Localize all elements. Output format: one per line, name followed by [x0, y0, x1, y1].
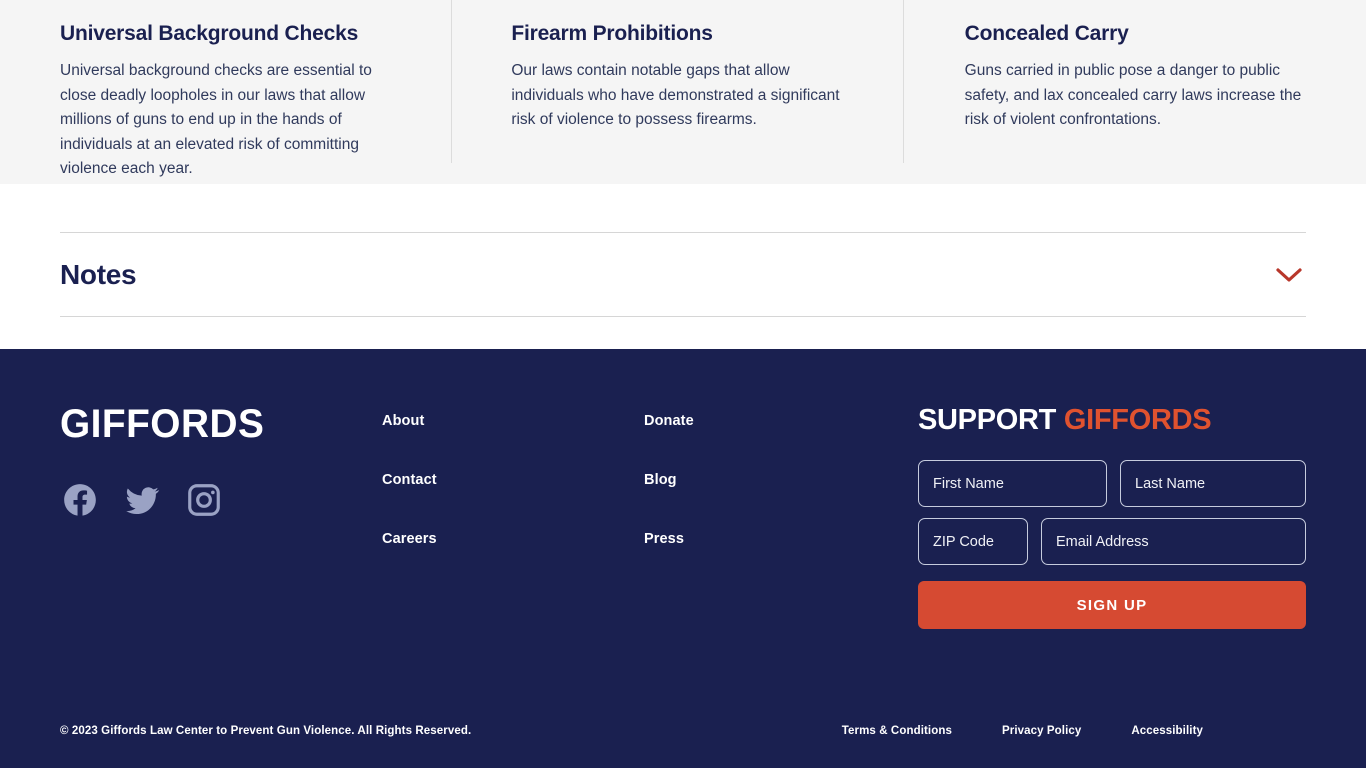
legal-links: Terms & Conditions Privacy Policy Access…	[842, 725, 1203, 737]
footer-nav-item: Blog	[644, 471, 918, 489]
footer-nav-item: Contact	[382, 471, 644, 489]
issue-title: Universal Background Checks	[60, 22, 359, 45]
first-name-input[interactable]	[918, 460, 1107, 507]
site-footer: GIFFORDS About Contact Careers Donate Bl…	[0, 349, 1366, 768]
last-name-input[interactable]	[1120, 460, 1306, 507]
chevron-down-icon	[1276, 267, 1302, 283]
facebook-link[interactable]	[60, 480, 100, 520]
issues-band: Universal Background Checks Universal ba…	[0, 0, 1366, 184]
footer-link-careers[interactable]: Careers	[382, 531, 437, 547]
notes-accordion-header[interactable]: Notes	[60, 232, 1306, 317]
footer-brand-column: GIFFORDS	[60, 404, 382, 629]
instagram-link[interactable]	[184, 480, 224, 520]
giffords-logo[interactable]: GIFFORDS	[60, 404, 372, 444]
issue-column-concealed-carry: Concealed Carry Guns carried in public p…	[902, 0, 1366, 184]
footer-main: GIFFORDS About Contact Careers Donate Bl…	[60, 349, 1306, 629]
footer-nav-item: Careers	[382, 530, 644, 548]
support-heading-accent: GIFFORDS	[1063, 404, 1212, 436]
support-heading-primary: SUPPORT	[918, 404, 1057, 436]
notes-title: Notes	[60, 258, 137, 290]
notes-toggle-button[interactable]	[1272, 258, 1306, 292]
twitter-icon	[123, 481, 161, 519]
copyright-text: © 2023 Giffords Law Center to Prevent Gu…	[60, 725, 472, 737]
newsletter-signup: SUPPORT GIFFORDS SIGN UP	[918, 404, 1306, 629]
notes-section: Notes	[0, 184, 1366, 349]
footer-nav-primary: About Contact Careers	[382, 404, 644, 629]
email-address-input[interactable]	[1041, 518, 1306, 565]
issue-description: Universal background checks are essentia…	[60, 62, 372, 178]
name-field-row	[918, 460, 1306, 507]
footer-link-press[interactable]: Press	[644, 531, 684, 547]
legal-link-privacy[interactable]: Privacy Policy	[1002, 725, 1081, 737]
zip-code-input[interactable]	[918, 518, 1028, 565]
instagram-icon	[185, 481, 223, 519]
footer-nav-secondary: Donate Blog Press	[644, 404, 918, 629]
issue-description: Our laws contain notable gaps that allow…	[511, 62, 840, 129]
issue-column-firearm-prohibitions: Firearm Prohibitions Our laws contain no…	[451, 0, 902, 184]
legal-link-terms[interactable]: Terms & Conditions	[842, 725, 952, 737]
footer-link-blog[interactable]: Blog	[644, 472, 677, 488]
footer-link-about[interactable]: About	[382, 413, 424, 429]
footer-nav-item: Press	[644, 530, 918, 548]
contact-field-row	[918, 518, 1306, 565]
issue-title: Firearm Prohibitions	[511, 22, 713, 45]
footer-link-contact[interactable]: Contact	[382, 472, 437, 488]
footer-link-donate[interactable]: Donate	[644, 413, 694, 429]
legal-link-accessibility[interactable]: Accessibility	[1131, 725, 1203, 737]
issue-description: Guns carried in public pose a danger to …	[964, 62, 1302, 129]
footer-nav-item: Donate	[644, 412, 918, 430]
social-links	[60, 480, 382, 520]
issue-title: Concealed Carry	[964, 22, 1129, 45]
twitter-link[interactable]	[122, 480, 162, 520]
footer-nav-item: About	[382, 412, 644, 430]
facebook-icon	[61, 481, 99, 519]
issue-column-universal-background-checks: Universal Background Checks Universal ba…	[0, 0, 451, 184]
footer-bottom-bar: © 2023 Giffords Law Center to Prevent Gu…	[60, 725, 1306, 737]
sign-up-button[interactable]: SIGN UP	[918, 581, 1306, 629]
support-heading: SUPPORT GIFFORDS	[918, 406, 1306, 435]
